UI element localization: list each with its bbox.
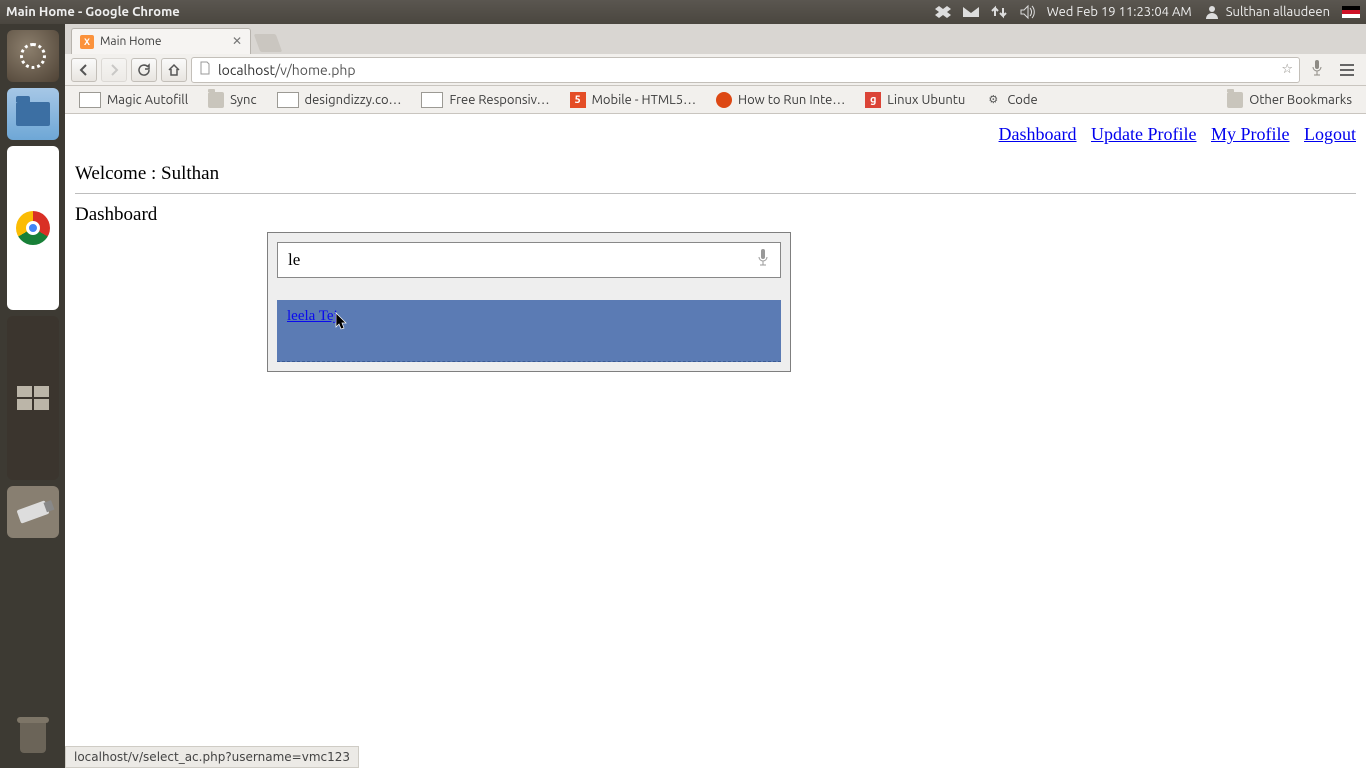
tab-strip: X Main Home ✕ — [65, 24, 1366, 54]
gear-icon: ⚙ — [985, 92, 1001, 108]
divider — [75, 193, 1356, 194]
ubuntu-icon — [716, 92, 732, 108]
keyboard-layout-icon[interactable] — [1342, 6, 1360, 18]
autocomplete-item[interactable]: leela Tej — [287, 308, 338, 324]
page-icon — [277, 92, 299, 108]
user-name: Sulthan allaudeen — [1226, 5, 1330, 19]
bookmark-sync[interactable]: Sync — [200, 89, 264, 111]
ubuntu-icon — [20, 43, 46, 69]
trash[interactable] — [9, 714, 57, 762]
folder-icon — [1227, 92, 1243, 108]
page-icon — [79, 92, 101, 108]
chrome-icon — [16, 211, 50, 245]
bookmark-code[interactable]: ⚙Code — [977, 89, 1045, 111]
html5-icon: 5 — [570, 92, 586, 108]
forward-button[interactable] — [101, 58, 127, 82]
new-tab-button[interactable] — [254, 34, 283, 52]
dash-button[interactable] — [7, 30, 59, 82]
reload-button[interactable] — [131, 58, 157, 82]
url-text: localhost/v/home.php — [218, 62, 1275, 78]
volume-icon[interactable] — [1019, 4, 1035, 20]
favicon-icon: X — [80, 35, 94, 49]
bookmark-mobile-html5[interactable]: 5Mobile - HTML5… — [562, 89, 704, 111]
trash-icon — [20, 723, 46, 753]
browser-tab[interactable]: X Main Home ✕ — [71, 28, 251, 54]
page-nav: Dashboard Update Profile My Profile Logo… — [75, 124, 1356, 145]
folder-icon — [208, 92, 224, 108]
page-icon — [421, 92, 443, 108]
site-info-icon[interactable] — [198, 61, 212, 78]
nav-logout[interactable]: Logout — [1304, 124, 1356, 144]
welcome-text: Welcome : Sulthan — [75, 163, 1356, 185]
nav-dashboard[interactable]: Dashboard — [999, 124, 1077, 144]
bookmark-magic-autofill[interactable]: Magic Autofill — [71, 89, 196, 111]
bookmark-free-responsive[interactable]: Free Responsiv… — [413, 89, 557, 111]
browser-window: X Main Home ✕ localhost/v/home.php ☆ Mag… — [65, 24, 1366, 768]
folder-icon — [16, 102, 50, 126]
chrome-launcher[interactable] — [7, 146, 59, 310]
workspace-switcher[interactable] — [7, 316, 59, 480]
user-menu[interactable]: Sulthan allaudeen — [1204, 4, 1330, 20]
nav-my-profile[interactable]: My Profile — [1211, 124, 1290, 144]
workspace-icon — [17, 386, 49, 410]
nav-update-profile[interactable]: Update Profile — [1091, 124, 1196, 144]
status-bar: localhost/v/select_ac.php?username=vmc12… — [65, 746, 359, 768]
gplus-icon: g — [865, 92, 881, 108]
tab-close-button[interactable]: ✕ — [230, 34, 244, 48]
search-panel: leela Tej — [267, 232, 791, 372]
window-title: Main Home - Google Chrome — [6, 5, 180, 19]
search-box[interactable] — [277, 242, 781, 278]
address-bar[interactable]: localhost/v/home.php ☆ — [191, 57, 1300, 83]
autocomplete-results: leela Tej — [277, 300, 781, 362]
bookmark-star-icon[interactable]: ☆ — [1281, 62, 1293, 77]
unity-launcher — [0, 24, 65, 768]
files-launcher[interactable] — [7, 88, 59, 140]
bookmark-designdizzy[interactable]: designdizzy.co… — [269, 89, 410, 111]
back-button[interactable] — [71, 58, 97, 82]
other-bookmarks[interactable]: Other Bookmarks — [1219, 89, 1360, 111]
section-title: Dashboard — [75, 204, 1356, 226]
status-text: localhost/v/select_ac.php?username=vmc12… — [74, 750, 350, 764]
page-content: Dashboard Update Profile My Profile Logo… — [65, 114, 1366, 768]
bookmark-how-to-run[interactable]: How to Run Inte… — [708, 89, 853, 111]
browser-toolbar: localhost/v/home.php ☆ — [65, 54, 1366, 86]
usb-device[interactable] — [7, 486, 59, 538]
bookmark-linux-ubuntu[interactable]: gLinux Ubuntu — [857, 89, 973, 111]
tab-title: Main Home — [100, 35, 161, 48]
dropbox-icon[interactable] — [935, 4, 951, 20]
search-input[interactable] — [288, 250, 756, 270]
user-icon — [1204, 4, 1220, 20]
voice-search-icon[interactable] — [1304, 59, 1330, 80]
usb-icon — [16, 500, 49, 523]
system-top-bar: Main Home - Google Chrome Wed Feb 19 11:… — [0, 0, 1366, 24]
home-button[interactable] — [161, 58, 187, 82]
clock[interactable]: Wed Feb 19 11:23:04 AM — [1047, 5, 1192, 19]
network-icon[interactable] — [991, 4, 1007, 20]
mail-icon[interactable] — [963, 4, 979, 20]
bookmarks-bar: Magic Autofill Sync designdizzy.co… Free… — [65, 86, 1366, 114]
chrome-menu-button[interactable] — [1334, 63, 1360, 77]
mic-icon[interactable] — [756, 248, 770, 272]
